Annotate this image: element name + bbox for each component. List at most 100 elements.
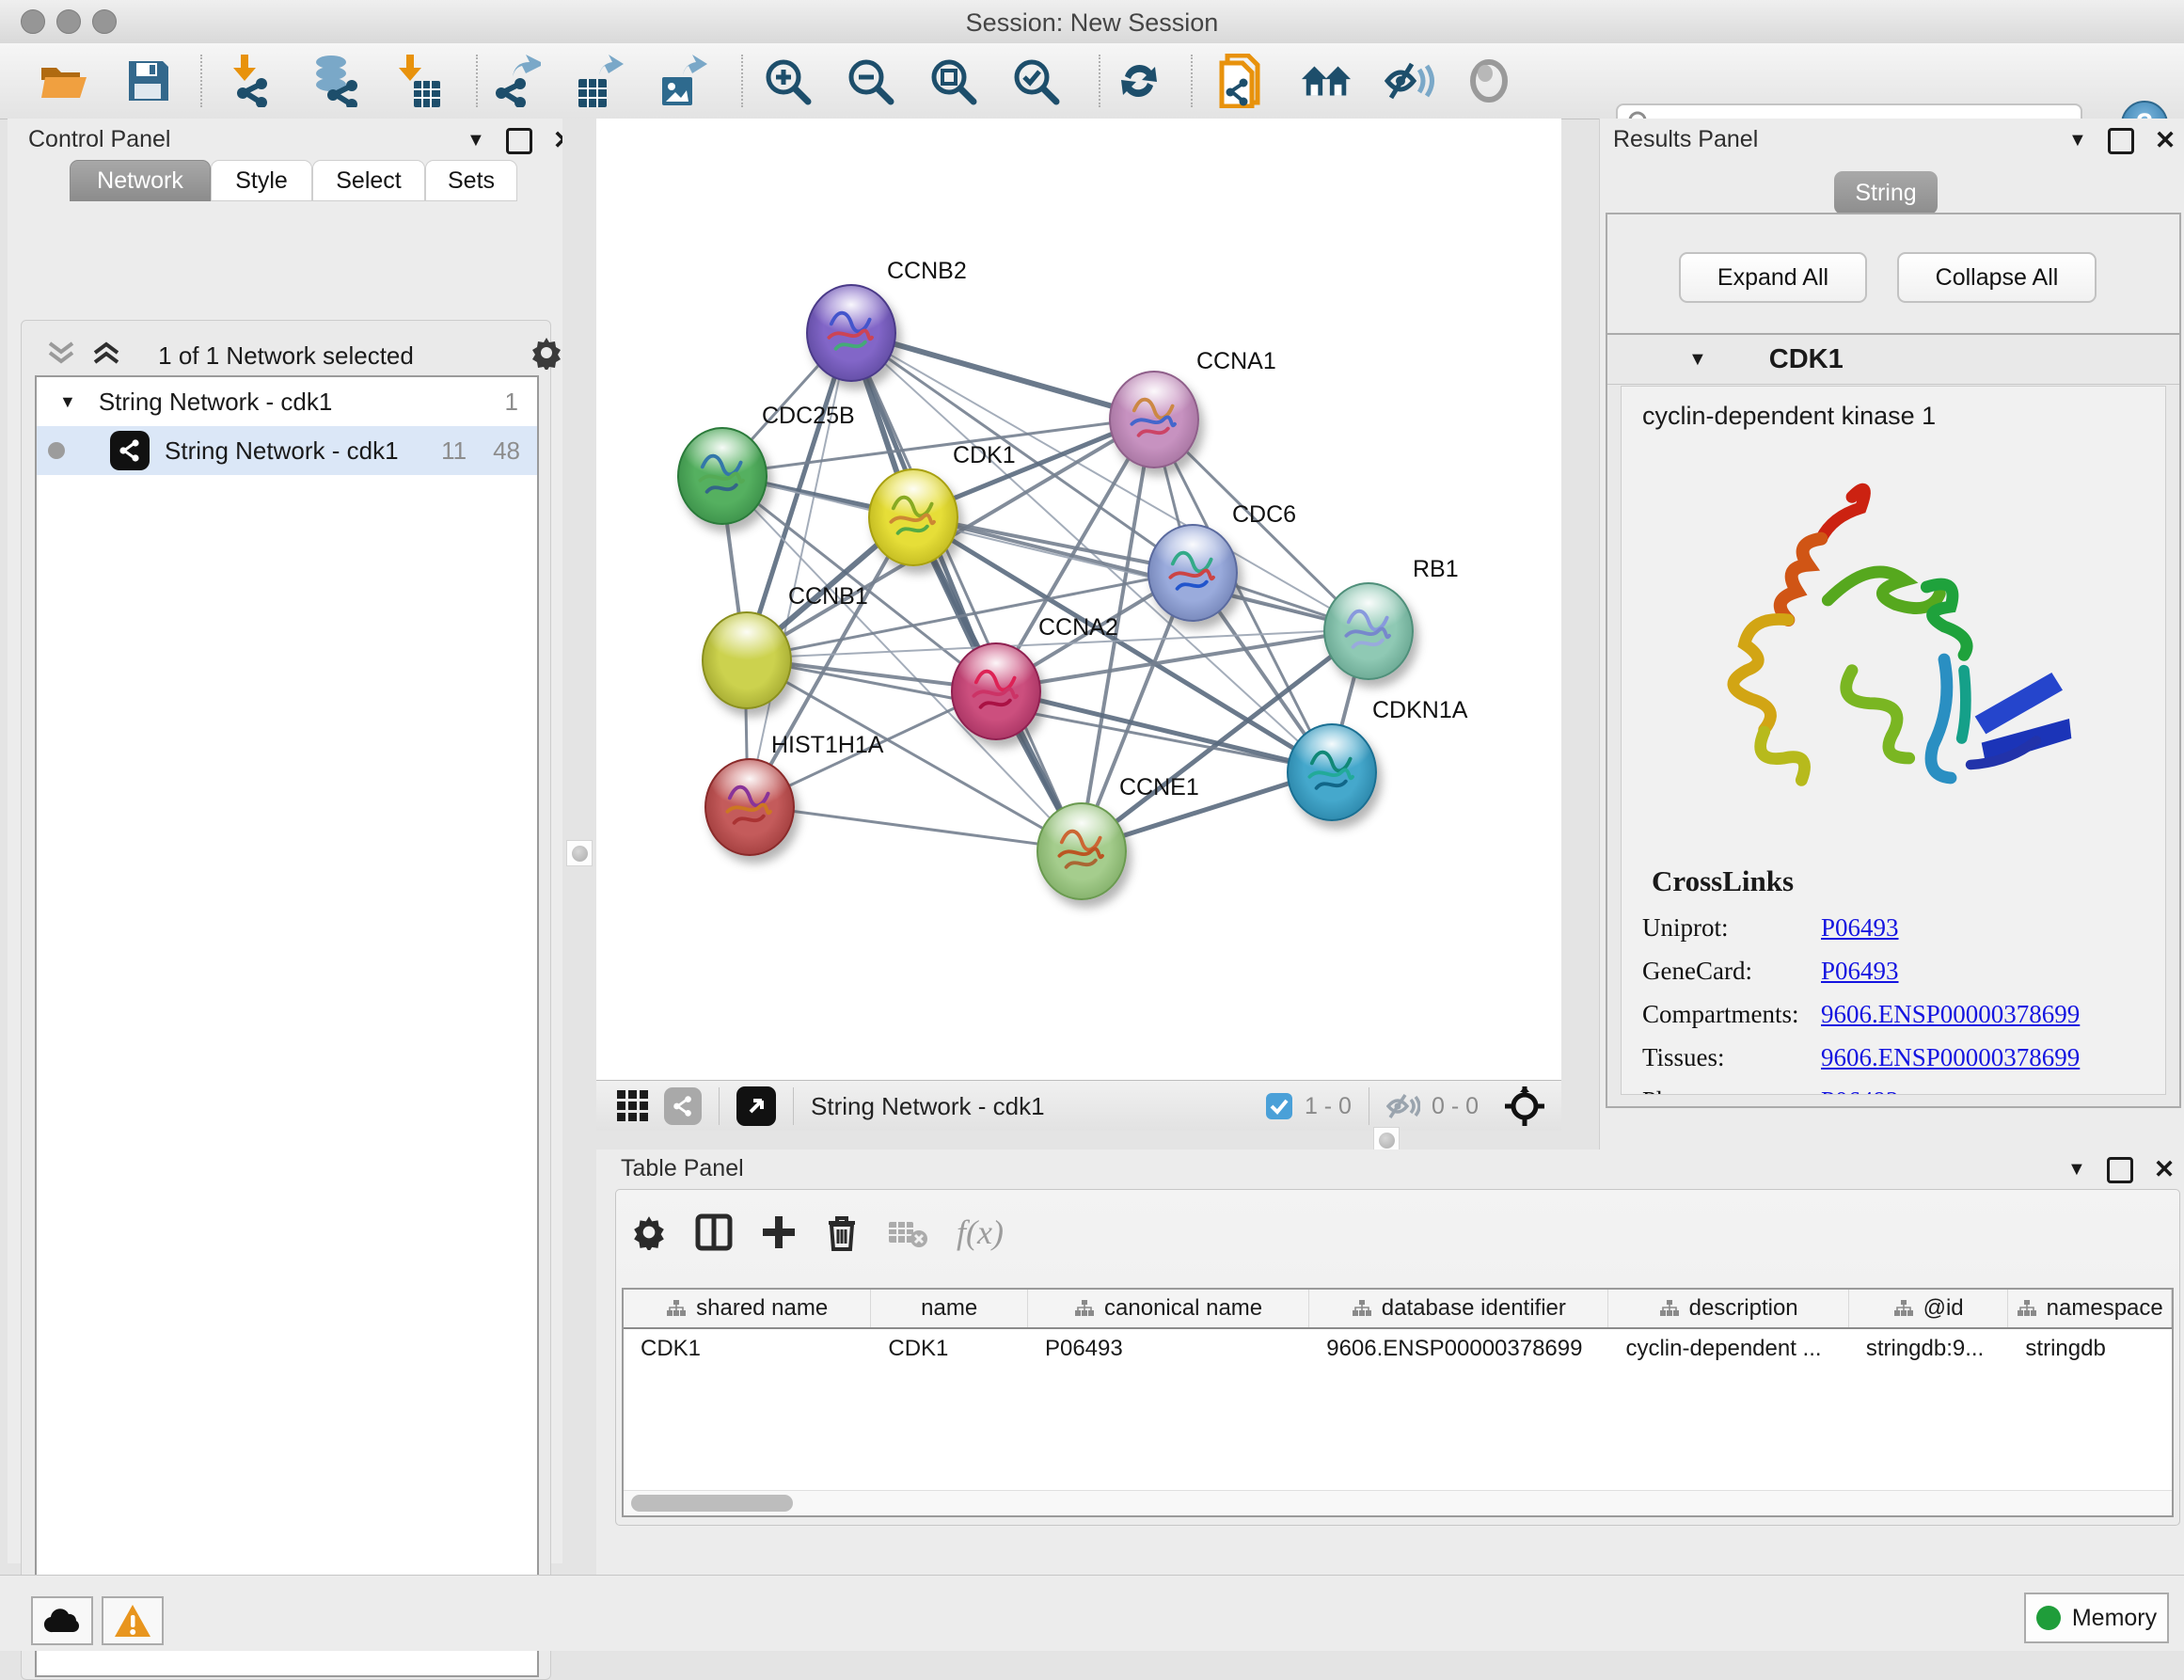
tab-network[interactable]: Network (70, 160, 211, 201)
vertical-splitter-left[interactable] (562, 119, 596, 1563)
selected-checkbox-icon[interactable] (1265, 1092, 1293, 1120)
hide-glasses-icon[interactable] (1384, 56, 1436, 105)
network-node-rb1[interactable] (1323, 582, 1414, 680)
table-horizontal-scrollbar[interactable] (624, 1490, 2172, 1515)
crosslink-link[interactable]: P06493 (1821, 957, 1899, 986)
column-header-namespace[interactable]: namespace (2008, 1290, 2172, 1327)
gene-entry-content: cyclin-dependent kinase 1 Cros (1621, 386, 2166, 1095)
eye-disabled-icon[interactable] (1463, 56, 1515, 105)
delete-table-icon[interactable] (887, 1216, 928, 1248)
warning-status-button[interactable] (102, 1596, 164, 1645)
crosslink-row: Pharos:P06493 (1622, 1079, 2165, 1095)
table-row[interactable]: CDK1CDK1P064939606.ENSP00000378699cyclin… (624, 1329, 2172, 1369)
edge-ccnb2-hist1h1a[interactable] (748, 331, 849, 805)
crosslink-link[interactable]: 9606.ENSP00000378699 (1821, 1043, 2080, 1072)
float-panel-icon[interactable]: ▼ (2068, 130, 2087, 151)
import-table-icon[interactable] (393, 56, 446, 105)
table-settings-gear-icon[interactable] (631, 1214, 667, 1250)
column-header-name[interactable]: name (871, 1290, 1028, 1327)
gear-icon[interactable] (530, 336, 563, 370)
zoom-selected-icon[interactable] (1009, 56, 1062, 105)
float-panel-icon[interactable]: ▼ (2067, 1159, 2086, 1181)
edges-layer (596, 119, 1561, 1080)
network-node-ccne1[interactable] (1037, 802, 1127, 900)
string-view-icon[interactable] (664, 1087, 702, 1125)
collection-expander-icon[interactable]: ▼ (59, 392, 76, 412)
export-network-icon[interactable] (490, 56, 543, 105)
export-image-icon[interactable] (657, 56, 709, 105)
edge-ccna2-cdkn1a[interactable] (994, 689, 1330, 770)
import-network-file-icon[interactable] (226, 56, 278, 105)
results-tab-string[interactable]: String (1834, 171, 1938, 214)
float-panel-icon[interactable]: ▼ (467, 130, 485, 151)
hidden-eye-icon[interactable] (1386, 1092, 1420, 1120)
protein-thumbnail (1118, 389, 1186, 450)
maximize-panel-icon[interactable] (2107, 1157, 2133, 1183)
network-canvas[interactable]: CCNB2CCNA1CDC25BCDK1CDC6RB1CCNB1CCNA2CDK… (596, 119, 1561, 1080)
title-bar: Session: New Session (0, 0, 2184, 44)
zoom-in-icon[interactable] (761, 56, 814, 105)
network-node-cdkn1a[interactable] (1287, 723, 1377, 821)
splitter-knob[interactable] (566, 840, 593, 866)
table-cell: cyclin-dependent ... (1608, 1329, 1848, 1369)
close-panel-icon[interactable]: ✕ (2155, 126, 2176, 155)
network-node-hist1h1a[interactable] (704, 758, 795, 856)
scrollbar-thumb[interactable] (631, 1495, 793, 1512)
collapse-all-button[interactable]: Collapse All (1897, 252, 2097, 303)
network-node-ccna1[interactable] (1109, 371, 1199, 468)
crosslink-link[interactable]: 9606.ENSP00000378699 (1821, 1000, 2080, 1029)
birdseye-crosshair-icon[interactable] (1503, 1085, 1546, 1128)
network-node-ccna2[interactable] (951, 642, 1041, 740)
edge-ccnb2-ccne1[interactable] (849, 331, 1080, 849)
add-column-icon[interactable] (761, 1214, 797, 1250)
close-panel-icon[interactable]: ✕ (2154, 1155, 2176, 1184)
import-network-database-icon[interactable] (308, 56, 360, 105)
grid-view-icon[interactable] (615, 1088, 651, 1124)
save-session-icon[interactable] (122, 56, 175, 105)
home-networks-icon[interactable] (1300, 56, 1353, 105)
zoom-fit-icon[interactable] (926, 56, 979, 105)
refresh-icon[interactable] (1113, 56, 1165, 105)
crosslink-link[interactable]: P06493 (1821, 1086, 1899, 1096)
column-header-description[interactable]: description (1608, 1290, 1848, 1327)
protein-thumbnail (1296, 742, 1364, 802)
network-node-cdc6[interactable] (1147, 524, 1238, 622)
network-node-ccnb1[interactable] (702, 611, 792, 709)
memory-button[interactable]: Memory (2024, 1593, 2169, 1643)
edge-hist1h1a-ccne1[interactable] (748, 805, 1080, 849)
selected-count: 1 - 0 (1305, 1093, 1352, 1120)
column-header-shared-name[interactable]: shared name (624, 1290, 871, 1327)
tab-sets[interactable]: Sets (425, 160, 517, 201)
export-table-icon[interactable] (573, 56, 625, 105)
network-node-cdc25b[interactable] (677, 427, 768, 525)
cloud-status-button[interactable] (31, 1596, 93, 1645)
entry-expander-icon[interactable]: ▼ (1688, 349, 1707, 371)
gene-entry-header[interactable]: ▼ CDK1 (1607, 335, 2179, 385)
open-session-icon[interactable] (38, 56, 90, 105)
tab-style[interactable]: Style (211, 160, 312, 201)
column-header--id[interactable]: @id (1849, 1290, 2009, 1327)
protein-thumbnail (1157, 543, 1225, 603)
network-node-ccnb2[interactable] (806, 284, 896, 382)
column-header-canonical-name[interactable]: canonical name (1028, 1290, 1309, 1327)
network-row[interactable]: String Network - cdk1 11 48 (37, 426, 537, 475)
network-collection-row[interactable]: ▼ String Network - cdk1 1 (37, 377, 537, 426)
open-file-network-icon[interactable] (1216, 56, 1269, 105)
expand-all-button[interactable]: Expand All (1679, 252, 1867, 303)
open-in-window-icon[interactable] (736, 1086, 776, 1126)
protein-thumbnail (815, 303, 883, 363)
maximize-panel-icon[interactable] (2108, 128, 2134, 154)
protein-thumbnail (1046, 821, 1114, 881)
network-view-title: String Network - cdk1 (811, 1092, 1045, 1121)
show-columns-icon[interactable] (695, 1213, 733, 1251)
delete-column-icon[interactable] (825, 1213, 859, 1251)
crosslink-label: Uniprot: (1622, 913, 1821, 943)
maximize-panel-icon[interactable] (506, 128, 532, 154)
tab-select[interactable]: Select (312, 160, 425, 201)
function-builder-icon[interactable]: f(x) (957, 1212, 1004, 1252)
results-entry-box: ▼ CDK1 cyclin-dependent kinase 1 (1606, 333, 2181, 1108)
column-header-database-identifier[interactable]: database identifier (1309, 1290, 1608, 1327)
crosslink-link[interactable]: P06493 (1821, 913, 1899, 943)
network-node-cdk1[interactable] (868, 468, 958, 566)
zoom-out-icon[interactable] (844, 56, 896, 105)
